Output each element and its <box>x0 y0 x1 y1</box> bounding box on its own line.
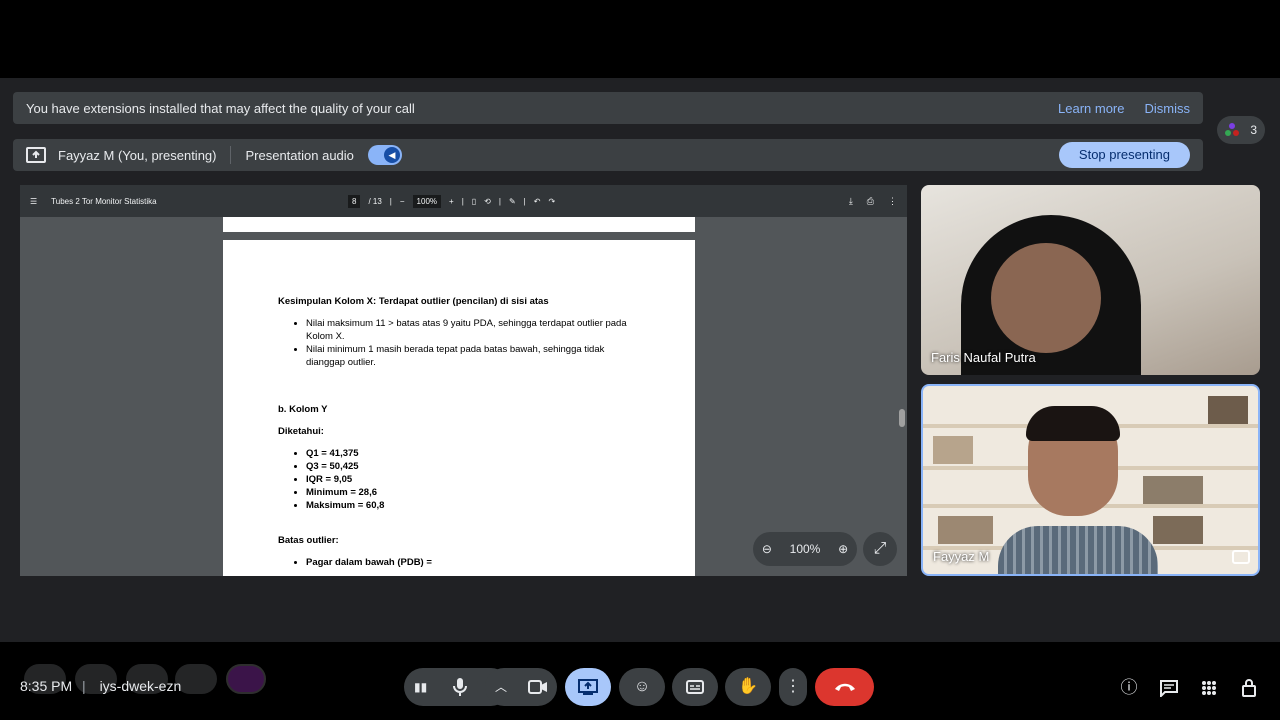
participant-name: Fayyaz M <box>933 549 990 564</box>
previous-page-bottom <box>223 217 695 232</box>
meet-stage: You have extensions installed that may a… <box>0 78 1280 706</box>
list-item: Nilai minimum 1 masih berada tepat pada … <box>306 343 640 369</box>
shared-pdf-viewer: ☰ Tubes 2 Tor Monitor Statistika 8 / 13 … <box>20 185 907 576</box>
conclusion-list: Nilai maksimum 11 > batas atas 9 yaitu P… <box>306 317 640 369</box>
pdf-scrollbar[interactable] <box>899 217 905 576</box>
participant-name: Faris Naufal Putra <box>931 350 1036 365</box>
list-item: Maksimum = 60,8 <box>306 499 640 512</box>
expand-icon[interactable]: ⤢ <box>863 532 897 566</box>
zoom-out-icon[interactable]: ⊖ <box>762 542 772 556</box>
batas-outlier-label: Batas outlier: <box>278 535 339 546</box>
zoom-in-icon[interactable]: ⊕ <box>838 542 848 556</box>
divider: | <box>82 678 86 694</box>
zoom-in-icon[interactable]: + <box>449 197 454 206</box>
banner-message: You have extensions installed that may a… <box>26 100 415 116</box>
stats-list: Q1 = 41,375 Q3 = 50,425 IQR = 9,05 Minim… <box>306 447 640 512</box>
captions-icon[interactable] <box>672 668 718 706</box>
diketahui-label: Diketahui: <box>278 426 324 437</box>
participant-video <box>998 406 1158 574</box>
list-item: Q3 = 50,425 <box>306 460 640 473</box>
divider: | <box>523 196 526 206</box>
info-icon[interactable]: ⓘ <box>1117 676 1141 700</box>
scrollbar-thumb[interactable] <box>899 409 905 427</box>
list-item: Minimum = 28,6 <box>306 486 640 499</box>
end-call-icon[interactable] <box>815 668 874 706</box>
conclusion-heading: Kesimpulan Kolom X: Terdapat outlier (pe… <box>278 296 549 307</box>
pdf-actions: ⤓ ⎙ ⋮ <box>849 196 897 207</box>
divider: | <box>389 196 392 206</box>
print-icon[interactable]: ⎙ <box>867 196 874 207</box>
presentation-audio-toggle[interactable]: ◀ <box>367 145 402 165</box>
pdf-zoom-input[interactable]: 100% <box>412 194 442 208</box>
rotate-icon[interactable]: ⟲ <box>484 197 491 206</box>
list-item: IQR = 9,05 <box>306 473 640 486</box>
fit-page-icon[interactable]: ▯ <box>472 197 476 206</box>
emoji-icon[interactable]: ☺ <box>619 668 665 706</box>
apps-icon[interactable] <box>1197 676 1221 700</box>
participant-avatars <box>1225 123 1239 137</box>
annotate-icon[interactable]: ✎ <box>509 197 516 206</box>
mic-icon[interactable] <box>442 668 478 706</box>
presentation-audio-label: Presentation audio <box>245 147 354 163</box>
more-vert-icon[interactable]: ⋮ <box>779 668 807 706</box>
pdf-title: Tubes 2 Tor Monitor Statistika <box>51 196 157 206</box>
list-item: Pagar dalam bawah (PDB) = <box>306 556 640 569</box>
list-item: Q1 = 41,375 <box>306 447 640 460</box>
audio-level-icon: ▮▮ <box>414 680 428 694</box>
faded-button <box>175 664 217 694</box>
zoom-out-icon[interactable]: − <box>400 197 405 206</box>
faded-button <box>226 664 266 694</box>
video-tile-self[interactable]: Fayyaz M <box>921 384 1260 576</box>
learn-more-link[interactable]: Learn more <box>1058 101 1124 116</box>
list-item: Nilai maksimum 11 > batas atas 9 yaitu P… <box>306 317 640 343</box>
present-screen-icon <box>26 147 46 163</box>
present-icon[interactable] <box>565 668 611 706</box>
pdf-document-area[interactable]: Kesimpulan Kolom X: Terdapat outlier (pe… <box>20 217 907 576</box>
menu-icon[interactable]: ☰ <box>30 197 37 206</box>
participants-chip[interactable]: 3 <box>1217 116 1265 144</box>
presenter-name: Fayyaz M (You, presenting) <box>58 147 217 163</box>
pdf-page-controls: 8 / 13 | − 100% + | ▯ ⟲ | ✎ | ↶ ↷ <box>348 185 555 217</box>
current-time: 8:35 PM <box>20 678 73 694</box>
pdb-list: Pagar dalam bawah (PDB) = <box>306 556 640 569</box>
zoom-level: 100% <box>789 542 821 556</box>
camera-icon[interactable] <box>519 668 557 709</box>
participant-count: 3 <box>1250 123 1257 137</box>
stop-presenting-button[interactable]: Stop presenting <box>1058 142 1190 168</box>
pdf-toolbar: ☰ Tubes 2 Tor Monitor Statistika 8 / 13 … <box>20 185 907 217</box>
divider: | <box>461 196 464 206</box>
presenting-banner: Fayyaz M (You, presenting) Presentation … <box>13 139 1203 171</box>
host-controls-icon[interactable] <box>1237 676 1261 700</box>
undo-icon[interactable]: ↶ <box>534 197 541 206</box>
dismiss-button[interactable]: Dismiss <box>1145 101 1191 116</box>
chevron-up-icon[interactable]: ︿ <box>495 668 507 706</box>
participant-face <box>991 243 1101 353</box>
call-controls-bar: 8:35 PM | iys-dwek-ezn ▮▮ ︿ ☺ ✋ ⋮ ⓘ <box>0 652 1280 720</box>
video-tile[interactable]: Faris Naufal Putra <box>921 185 1260 375</box>
chat-icon[interactable] <box>1157 676 1181 700</box>
speaker-icon: ◀ <box>383 147 400 163</box>
section-heading: b. Kolom Y <box>278 404 328 415</box>
divider <box>230 146 232 164</box>
meeting-code: iys-dwek-ezn <box>99 678 182 694</box>
redo-icon[interactable]: ↷ <box>548 197 555 206</box>
picture-in-picture-icon[interactable] <box>1232 550 1250 564</box>
camera-control-group: ︿ <box>485 668 557 706</box>
presentation-zoom-control: ⊖ 100% ⊕ <box>753 532 857 566</box>
page-number-input[interactable]: 8 <box>348 194 361 208</box>
more-vert-icon[interactable]: ⋮ <box>888 196 897 207</box>
pdf-page: Kesimpulan Kolom X: Terdapat outlier (pe… <box>223 240 695 576</box>
extensions-warning-banner: You have extensions installed that may a… <box>13 92 1203 124</box>
download-icon[interactable]: ⤓ <box>849 196 853 207</box>
hand-icon[interactable]: ✋ <box>725 668 771 706</box>
page-total: / 13 <box>368 196 382 206</box>
divider: | <box>498 196 501 206</box>
meeting-info: 8:35 PM | iys-dwek-ezn <box>20 678 181 694</box>
